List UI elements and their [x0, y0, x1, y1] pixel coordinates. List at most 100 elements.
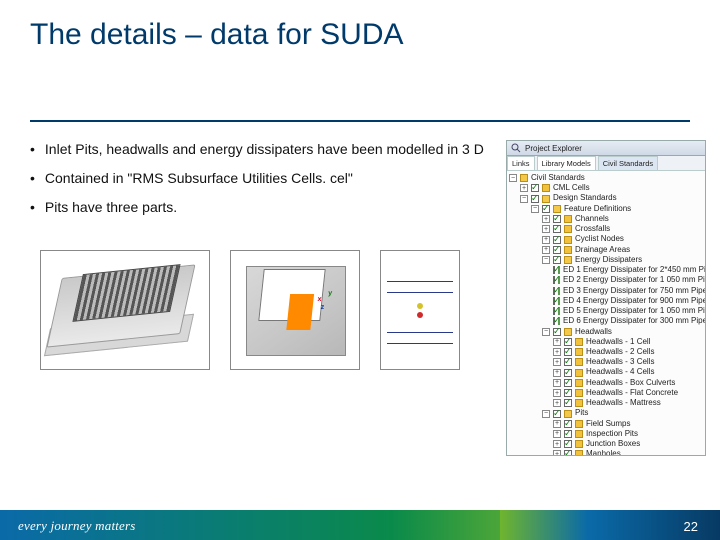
expand-icon[interactable]: +	[553, 399, 561, 407]
tree-node-energy[interactable]: −Energy Dissipaters	[542, 255, 703, 265]
checkbox-icon[interactable]	[553, 246, 561, 254]
checkbox-icon[interactable]	[564, 348, 572, 356]
checkbox-icon[interactable]	[553, 266, 555, 274]
tree-leaf[interactable]: ED 6 Energy Dissipater for 300 mm Pipe D…	[553, 316, 703, 326]
tree-leaf[interactable]: ED 5 Energy Dissipater for 1 050 mm Pipe…	[553, 306, 703, 316]
expand-icon[interactable]: +	[542, 246, 550, 254]
checkbox-icon[interactable]	[564, 399, 572, 407]
node-label: ED 3 Energy Dissipater for 750 mm Pipe D…	[563, 286, 706, 296]
tree-leaf[interactable]: ED 4 Energy Dissipater for 900 mm Pipe D…	[553, 296, 703, 306]
collapse-icon[interactable]: −	[531, 205, 539, 213]
checkbox-icon[interactable]	[553, 256, 561, 264]
checkbox-icon[interactable]	[553, 297, 555, 305]
node-label: Cyclist Nodes	[575, 234, 624, 244]
expand-icon[interactable]: +	[542, 215, 550, 223]
node-label: Drainage Areas	[575, 245, 630, 255]
checkbox-icon[interactable]	[531, 195, 539, 203]
tab-civil-standards[interactable]: Civil Standards	[598, 156, 658, 170]
checkbox-icon[interactable]	[553, 317, 555, 325]
tab-library-models[interactable]: Library Models	[537, 156, 596, 170]
tree-leaf[interactable]: +Manholes	[553, 449, 703, 456]
tree-leaf[interactable]: +Headwalls - 4 Cells	[553, 367, 703, 377]
expand-icon[interactable]: +	[553, 450, 561, 456]
expand-icon[interactable]: +	[553, 389, 561, 397]
axis-z-label: z	[320, 304, 324, 311]
tree-leaf[interactable]: +Junction Boxes	[553, 439, 703, 449]
tree-leaf[interactable]: +Inspection Pits	[553, 429, 703, 439]
collapse-icon[interactable]: −	[509, 174, 517, 182]
checkbox-icon[interactable]	[564, 369, 572, 377]
tree-leaf[interactable]: ED 1 Energy Dissipater for 2*450 mm Pipe…	[553, 265, 703, 275]
node-label: Headwalls - 2 Cells	[586, 347, 654, 357]
expand-icon[interactable]: +	[553, 358, 561, 366]
tree-leaf[interactable]: ED 2 Energy Dissipater for 1 050 mm Pipe…	[553, 275, 703, 285]
expand-icon[interactable]: +	[553, 420, 561, 428]
schematic-line	[387, 343, 453, 344]
checkbox-icon[interactable]	[553, 328, 561, 336]
slide-title: The details – data for SUDA	[30, 18, 404, 52]
checkbox-icon[interactable]	[553, 225, 561, 233]
checkbox-icon[interactable]	[553, 287, 555, 295]
checkbox-icon[interactable]	[531, 184, 539, 192]
tree-leaf[interactable]: + Field Sumps	[553, 419, 703, 429]
expand-icon[interactable]: +	[542, 236, 550, 244]
footer-bar: every journey matters 22	[0, 510, 720, 540]
checkbox-icon[interactable]	[553, 215, 561, 223]
schematic-dot-red	[417, 312, 423, 318]
checkbox-icon[interactable]	[564, 358, 572, 366]
checkbox-icon[interactable]	[542, 205, 550, 213]
tree-leaf[interactable]: + Headwalls - Mattress	[553, 398, 703, 408]
tree-leaf[interactable]: + Headwalls - 1 Cell	[553, 337, 703, 347]
tree-leaf[interactable]: + Headwalls - 2 Cells	[553, 347, 703, 357]
expand-icon[interactable]: +	[553, 348, 561, 356]
tree-leaf[interactable]: +Headwalls - Flat Concrete	[553, 388, 703, 398]
node-label: ED 6 Energy Dissipater for 300 mm Pipe D…	[563, 316, 706, 326]
tab-links[interactable]: Links	[507, 156, 535, 170]
checkbox-icon[interactable]	[564, 379, 572, 387]
collapse-icon[interactable]: −	[542, 328, 550, 336]
search-icon	[511, 143, 521, 153]
tree-node[interactable]: +Channels	[542, 214, 703, 224]
energy-items: ED 1 Energy Dissipater for 2*450 mm Pipe…	[542, 265, 703, 326]
expand-icon[interactable]: +	[553, 338, 561, 346]
tree-node[interactable]: + Drainage Areas	[542, 245, 703, 255]
checkbox-icon[interactable]	[564, 450, 572, 456]
collapse-icon[interactable]: −	[520, 195, 528, 203]
collapse-icon[interactable]: −	[542, 256, 550, 264]
checkbox-icon[interactable]	[553, 307, 555, 315]
node-label: Pits	[575, 408, 588, 418]
node-label: Civil Standards	[531, 173, 585, 183]
expand-icon[interactable]: +	[553, 369, 561, 377]
expand-icon[interactable]: +	[542, 225, 550, 233]
expand-icon[interactable]: +	[553, 430, 561, 438]
checkbox-icon[interactable]	[564, 430, 572, 438]
node-label: ED 5 Energy Dissipater for 1 050 mm Pipe…	[563, 306, 706, 316]
node-label: CML Cells	[553, 183, 590, 193]
node-label: Headwalls - Mattress	[586, 398, 661, 408]
expand-icon[interactable]: +	[553, 440, 561, 448]
node-label: Headwalls - 1 Cell	[586, 337, 650, 347]
checkbox-icon[interactable]	[553, 410, 561, 418]
checkbox-icon[interactable]	[564, 420, 572, 428]
pit-box-panel	[286, 294, 314, 330]
expand-icon[interactable]: +	[553, 379, 561, 387]
tree-leaf[interactable]: +Headwalls - 3 Cells	[553, 357, 703, 367]
tree-leaf[interactable]: +Headwalls - Box Culverts	[553, 378, 703, 388]
checkbox-icon[interactable]	[564, 440, 572, 448]
tree-node[interactable]: + Cyclist Nodes	[542, 234, 703, 244]
checkbox-icon[interactable]	[553, 276, 555, 284]
expand-icon[interactable]: +	[520, 184, 528, 192]
tree-node[interactable]: +Crossfalls	[542, 224, 703, 234]
figure-inlet-grate	[40, 250, 210, 370]
folder-icon	[575, 450, 583, 456]
collapse-icon[interactable]: −	[542, 410, 550, 418]
tree-node[interactable]: + CML Cells	[520, 183, 703, 193]
folder-icon	[575, 358, 583, 366]
folder-icon	[542, 184, 550, 192]
folder-icon	[520, 174, 528, 182]
tree-leaf[interactable]: ED 3 Energy Dissipater for 750 mm Pipe D…	[553, 286, 703, 296]
checkbox-icon[interactable]	[564, 389, 572, 397]
node-label: Field Sumps	[586, 419, 630, 429]
checkbox-icon[interactable]	[564, 338, 572, 346]
checkbox-icon[interactable]	[553, 236, 561, 244]
